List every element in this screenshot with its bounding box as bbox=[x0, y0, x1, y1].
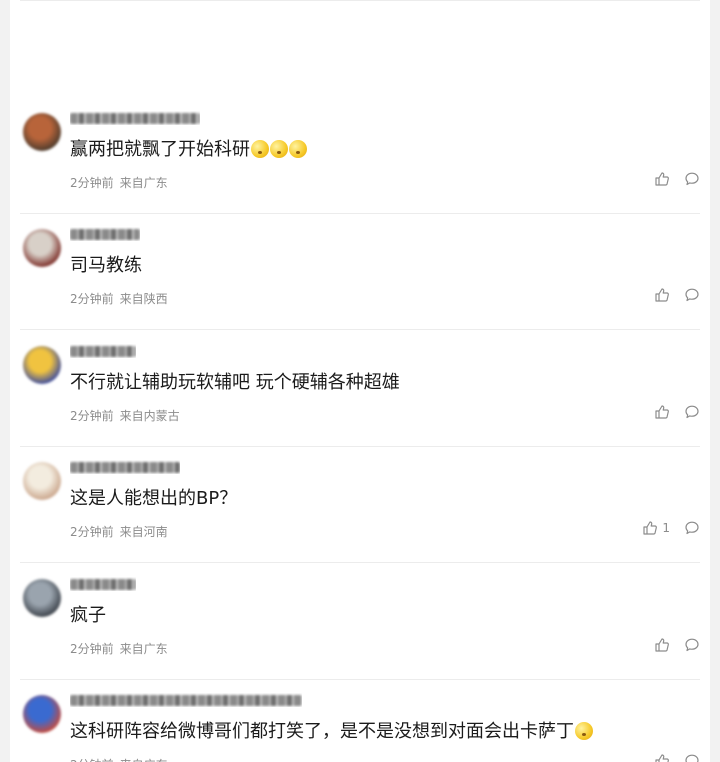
comment-actions: 1 bbox=[642, 518, 700, 538]
username-blurred[interactable] bbox=[70, 577, 136, 591]
location: 来自陕西 bbox=[119, 292, 168, 306]
comment-bubble-icon bbox=[684, 520, 700, 536]
comment-meta: 2分钟前 来自河南 bbox=[70, 523, 174, 540]
comment-item: 这科研阵容给微博哥们都打笑了，是不是没想到对面会出卡萨丁 2分钟前 来自广东 bbox=[10, 679, 710, 762]
comment-item: 咋整啊 我看的玄学都说决胜局要寄了1分钟前来自黑龙江 bbox=[10, 0, 710, 1]
comment-item: 司马教练 2分钟前 来自陕西 bbox=[10, 213, 710, 330]
comment-text: 赢两把就飘了开始科研 bbox=[70, 135, 307, 161]
like-button[interactable]: 1 bbox=[642, 520, 670, 536]
emoji-face-icon bbox=[270, 140, 288, 158]
avatar[interactable] bbox=[23, 113, 61, 151]
timestamp: 2分钟前 bbox=[70, 176, 114, 190]
comment-actions bbox=[654, 285, 700, 305]
thumbs-up-icon bbox=[654, 287, 670, 303]
avatar[interactable] bbox=[23, 579, 61, 617]
comment-actions bbox=[654, 751, 700, 762]
comment-meta: 2分钟前 来自陕西 bbox=[70, 290, 174, 307]
reply-button[interactable] bbox=[684, 637, 700, 653]
comment-item: 不行就让辅助玩软辅吧 玩个硬辅各种超雄 2分钟前 来自内蒙古 bbox=[10, 330, 710, 447]
username-blurred[interactable] bbox=[70, 111, 200, 125]
emoji-face-icon bbox=[575, 722, 593, 740]
avatar[interactable] bbox=[23, 229, 61, 267]
timestamp: 2分钟前 bbox=[70, 409, 114, 423]
comment-item: 疯子 2分钟前 来自广东 bbox=[10, 563, 710, 680]
comment-actions bbox=[654, 635, 700, 655]
location: 来自河南 bbox=[119, 525, 168, 539]
timestamp: 2分钟前 bbox=[70, 292, 114, 306]
comment-text: 疯子 bbox=[70, 605, 106, 626]
comment-meta: 2分钟前 来自广东 bbox=[70, 756, 174, 762]
thumbs-up-icon bbox=[654, 404, 670, 420]
comment-actions bbox=[654, 169, 700, 189]
comment-actions bbox=[654, 402, 700, 422]
comment-text: 司马教练 bbox=[70, 255, 142, 276]
thumbs-up-icon bbox=[654, 753, 670, 762]
reply-button[interactable] bbox=[684, 753, 700, 762]
like-button[interactable] bbox=[654, 287, 670, 303]
location: 来自内蒙古 bbox=[119, 409, 180, 423]
comment-feed: 咋整啊 我看的玄学都说决胜局要寄了1分钟前来自黑龙江赢两把就飘了开始科研 2分钟前… bbox=[10, 0, 710, 762]
avatar[interactable] bbox=[23, 346, 61, 384]
comment-bubble-icon bbox=[684, 753, 700, 762]
comment-text: 这科研阵容给微博哥们都打笑了，是不是没想到对面会出卡萨丁 bbox=[70, 717, 593, 743]
username-blurred[interactable] bbox=[70, 460, 180, 474]
reply-button[interactable] bbox=[684, 171, 700, 187]
comment-bubble-icon bbox=[684, 637, 700, 653]
comment-meta: 2分钟前来自广东 bbox=[70, 640, 174, 657]
like-button[interactable] bbox=[654, 404, 670, 420]
like-button[interactable] bbox=[654, 171, 670, 187]
comment-item: 这是人能想出的BP？ 2分钟前 来自河南 1 bbox=[10, 446, 710, 563]
comment-bubble-icon bbox=[684, 404, 700, 420]
timestamp: 2分钟前 bbox=[70, 642, 114, 656]
comment-text: 不行就让辅助玩软辅吧 玩个硬辅各种超雄 bbox=[70, 372, 400, 393]
divider bbox=[20, 0, 700, 1]
comment-meta: 2分钟前 来自内蒙古 bbox=[70, 407, 186, 424]
thumbs-up-icon bbox=[654, 637, 670, 653]
like-button[interactable] bbox=[654, 637, 670, 653]
comment-bubble-icon bbox=[684, 171, 700, 187]
like-button[interactable] bbox=[654, 753, 670, 762]
comment-bubble-icon bbox=[684, 287, 700, 303]
timestamp: 2分钟前 bbox=[70, 758, 114, 762]
comment-meta: 2分钟前来自广东 bbox=[70, 174, 174, 191]
avatar[interactable] bbox=[23, 462, 61, 500]
username-blurred[interactable] bbox=[70, 227, 140, 241]
comment-item: 赢两把就飘了开始科研 2分钟前 来自广东 bbox=[10, 97, 710, 214]
username-blurred[interactable] bbox=[70, 344, 136, 358]
like-count: 1 bbox=[662, 521, 670, 535]
location: 来自广东 bbox=[120, 758, 168, 762]
comment-text: 这是人能想出的BP？ bbox=[70, 488, 238, 509]
emoji-face-icon bbox=[251, 140, 269, 158]
timestamp: 2分钟前 bbox=[70, 525, 114, 539]
reply-button[interactable] bbox=[684, 404, 700, 420]
reply-button[interactable] bbox=[684, 520, 700, 536]
thumbs-up-icon bbox=[642, 520, 658, 536]
avatar[interactable] bbox=[23, 695, 61, 733]
location: 来自广东 bbox=[119, 642, 168, 656]
username-blurred[interactable] bbox=[70, 693, 302, 707]
emoji-face-icon bbox=[289, 140, 307, 158]
thumbs-up-icon bbox=[654, 171, 670, 187]
reply-button[interactable] bbox=[684, 287, 700, 303]
location: 来自广东 bbox=[119, 176, 168, 190]
